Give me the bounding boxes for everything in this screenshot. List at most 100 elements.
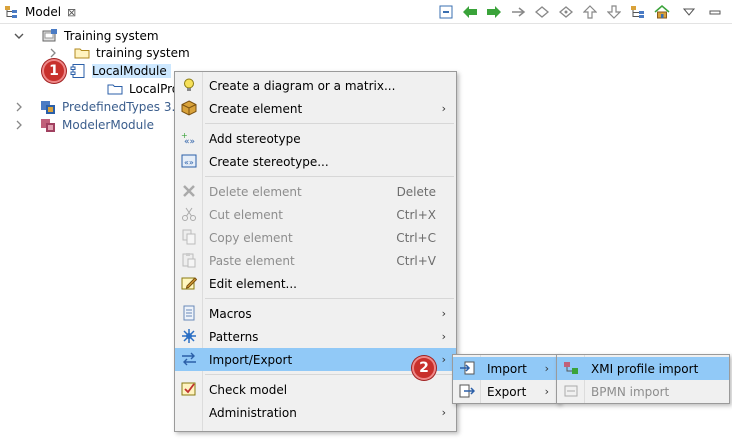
menu-item-copy-element[interactable]: Copy element Ctrl+C — [175, 226, 456, 249]
copy-icon — [181, 229, 197, 245]
menu-item-bpmn-import[interactable]: BPMN import — [557, 380, 729, 403]
menu-item-label: Patterns — [209, 329, 259, 344]
expanded-chevron-icon[interactable] — [12, 29, 26, 43]
menu-item-label: Administration — [209, 405, 297, 420]
predefined-types-icon — [40, 99, 56, 115]
project-icon — [42, 28, 58, 44]
menu-shortcut: Ctrl+V — [396, 253, 436, 268]
menu-item-paste-element[interactable]: Paste element Ctrl+V — [175, 249, 456, 272]
tree-item-modeler-module[interactable]: ModelerModule — [12, 116, 154, 134]
modeler-module-icon — [40, 117, 56, 133]
check-model-icon — [181, 381, 197, 397]
forward-arrow-icon[interactable] — [482, 3, 506, 21]
export-icon — [459, 383, 476, 399]
menu-item-label: Create element — [209, 101, 303, 116]
menu-item-patterns[interactable]: Patterns › — [175, 325, 456, 348]
menu-item-create-diagram[interactable]: Create a diagram or a matrix... — [175, 74, 456, 97]
menu-item-create-element[interactable]: Create element › — [175, 97, 456, 120]
submenu-arrow-icon: › — [441, 330, 446, 343]
macro-document-icon — [181, 305, 197, 321]
lightbulb-icon — [181, 77, 197, 93]
navigate-icon[interactable] — [506, 3, 530, 21]
close-icon[interactable]: ⊠ — [67, 6, 76, 19]
menu-separator — [205, 298, 454, 299]
callout-badge-1: 1 — [42, 59, 66, 83]
down-icon[interactable] — [602, 3, 626, 21]
import-export-submenu: Import › Export › — [452, 354, 560, 404]
folder-icon — [74, 45, 90, 61]
menu-item-label: Paste element — [209, 253, 295, 268]
bpmn-icon — [563, 383, 579, 399]
menu-item-add-stereotype[interactable]: + «» Add stereotype — [175, 127, 456, 150]
submenu-arrow-icon: › — [441, 406, 446, 419]
collapsed-chevron-icon[interactable] — [12, 100, 26, 114]
menu-item-label: Copy element — [209, 230, 293, 245]
scissors-icon — [181, 206, 197, 222]
tree-item-training-system[interactable]: Training system — [12, 27, 159, 45]
patterns-icon — [181, 328, 197, 344]
view-toolbar — [434, 3, 728, 21]
menu-item-label: Create a diagram or a matrix... — [209, 78, 396, 93]
create-stereotype-icon: «» — [181, 153, 197, 169]
submenu-arrow-icon: › — [544, 362, 549, 375]
menu-item-export[interactable]: Export › — [453, 380, 559, 403]
menu-item-label: Import — [487, 361, 527, 376]
collapsed-chevron-icon[interactable] — [12, 118, 26, 132]
menu-item-xmi-profile-import[interactable]: XMI profile import — [557, 357, 729, 380]
tab-title: Model — [25, 5, 62, 19]
up-icon[interactable] — [578, 3, 602, 21]
menu-shortcut: Delete — [396, 184, 436, 199]
menu-item-create-stereotype[interactable]: «» Create stereotype... — [175, 150, 456, 173]
menu-item-label: Add stereotype — [209, 131, 301, 146]
menu-item-check-model[interactable]: Check model — [175, 378, 456, 401]
back-arrow-icon[interactable] — [458, 3, 482, 21]
paste-icon — [181, 252, 197, 268]
menu-item-import[interactable]: Import › — [453, 357, 559, 380]
tree-label: training system — [96, 46, 190, 60]
view-menu-icon[interactable] — [674, 3, 704, 21]
edit-icon — [181, 275, 198, 291]
menu-item-delete-element[interactable]: Delete element Delete — [175, 180, 456, 203]
menu-separator — [205, 176, 454, 177]
tree-item-predefined-types[interactable]: PredefinedTypes 3.5 — [12, 98, 183, 116]
menu-item-label: Import/Export — [209, 352, 293, 367]
next-icon[interactable] — [554, 3, 578, 21]
tree-label: PredefinedTypes 3.5 — [62, 100, 183, 114]
tree-item-training-system-folder[interactable]: training system — [46, 44, 190, 62]
context-menu: Create a diagram or a matrix... Create e… — [174, 71, 457, 432]
link-icon[interactable] — [626, 3, 650, 21]
tree-label: Training system — [64, 29, 159, 43]
collapse-all-icon[interactable] — [434, 3, 458, 21]
svg-text:«»: «» — [184, 137, 195, 146]
menu-item-label: Export — [487, 384, 527, 399]
menu-item-administration[interactable]: Administration › — [175, 401, 456, 424]
svg-text:«»: «» — [184, 158, 194, 167]
menu-separator — [205, 123, 454, 124]
tree-item-localmodule[interactable]: LocalModule — [70, 62, 171, 80]
tree-label: LocalPro — [129, 82, 180, 96]
callout-badge-2: 2 — [412, 356, 436, 380]
submenu-arrow-icon: › — [441, 353, 446, 366]
menu-item-label: Cut element — [209, 207, 283, 222]
collapsed-chevron-icon[interactable] — [46, 46, 60, 60]
menu-item-label: Edit element... — [209, 276, 297, 291]
previous-icon[interactable] — [530, 3, 554, 21]
submenu-arrow-icon: › — [441, 102, 446, 115]
menu-item-cut-element[interactable]: Cut element Ctrl+X — [175, 203, 456, 226]
menu-item-label: XMI profile import — [591, 361, 699, 376]
submenu-arrow-icon: › — [441, 307, 446, 320]
menu-item-macros[interactable]: Macros › — [175, 302, 456, 325]
tree-item-localpro[interactable]: LocalPro — [107, 80, 179, 98]
xmi-profile-icon — [563, 360, 579, 376]
menu-item-label: Delete element — [209, 184, 302, 199]
menu-shortcut: Ctrl+X — [396, 207, 436, 222]
module-icon — [70, 63, 86, 79]
model-tab[interactable]: Model ⊠ — [0, 0, 82, 24]
home-icon[interactable] — [650, 3, 674, 21]
package-icon — [107, 81, 123, 97]
import-export-icon — [181, 351, 197, 367]
menu-item-edit-element[interactable]: Edit element... — [175, 272, 456, 295]
add-stereotype-icon: + «» — [181, 130, 197, 147]
menu-item-label: Macros — [209, 306, 252, 321]
minimize-icon[interactable] — [704, 3, 728, 21]
